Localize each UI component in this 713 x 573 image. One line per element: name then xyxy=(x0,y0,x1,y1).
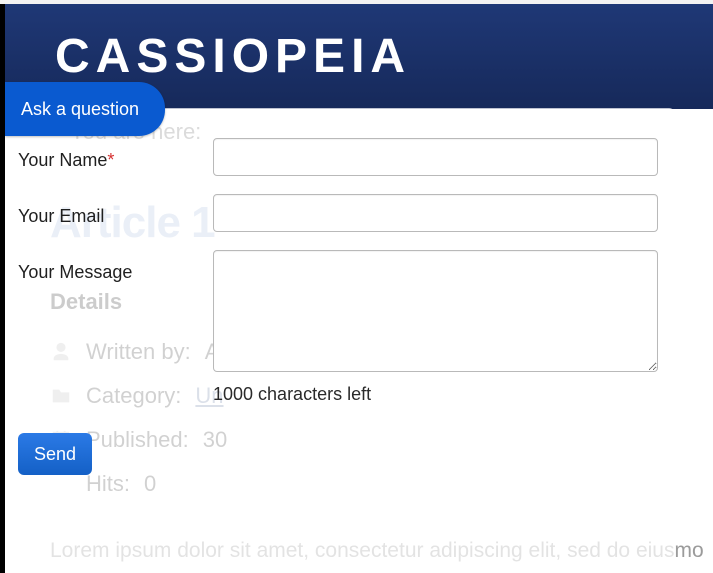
message-textarea[interactable] xyxy=(213,250,658,372)
email-input[interactable] xyxy=(213,194,658,232)
name-label: Your Name* xyxy=(18,138,213,171)
required-marker: * xyxy=(107,150,114,170)
left-edge xyxy=(0,4,5,573)
article-body: Lorem ipsum dolor sit amet, consectetur … xyxy=(50,532,713,573)
site-brand: CASSIOPEIA xyxy=(55,29,411,84)
row-message: Your Message xyxy=(18,250,668,372)
question-form: Your Name* Your Email Your Message 1000 … xyxy=(18,138,668,475)
row-email: Your Email xyxy=(18,194,668,232)
message-label: Your Message xyxy=(18,250,213,283)
name-label-text: Your Name xyxy=(18,150,107,170)
email-label: Your Email xyxy=(18,194,213,227)
popup-tab[interactable]: Ask a question xyxy=(5,82,165,136)
popup-title: Ask a question xyxy=(21,99,139,120)
name-input[interactable] xyxy=(213,138,658,176)
send-button[interactable]: Send xyxy=(18,433,92,475)
characters-left: 1000 characters left xyxy=(213,384,668,405)
row-name: Your Name* xyxy=(18,138,668,176)
